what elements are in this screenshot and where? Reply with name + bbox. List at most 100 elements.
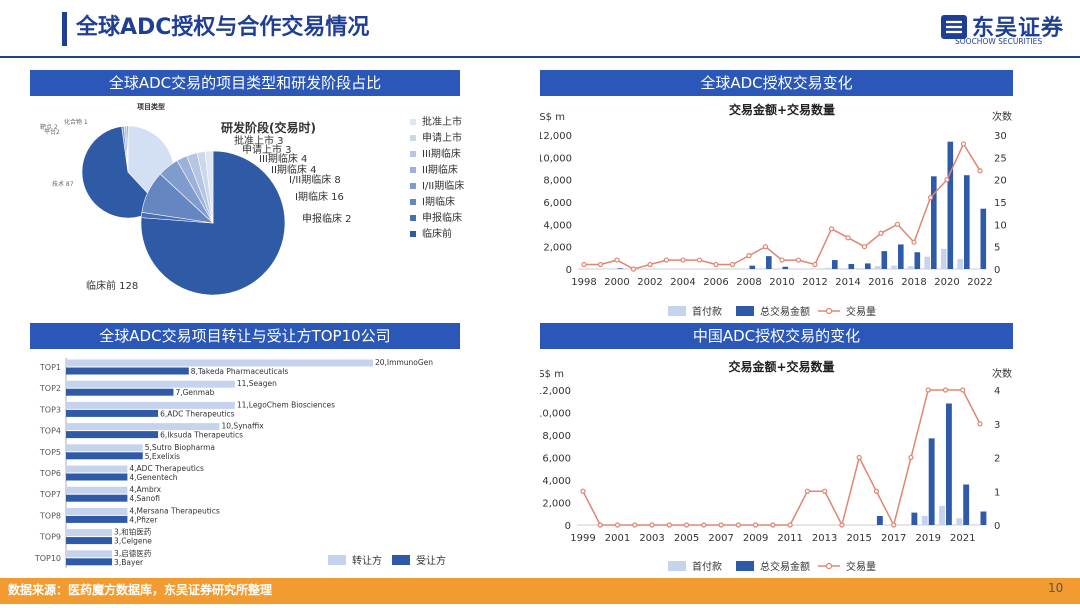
global-count-point-2019 [927,194,934,201]
stage-legend-label-6: 申报临床 [422,211,462,224]
china-count-point-2016 [873,488,880,494]
global-count-point-2001 [630,266,637,272]
china-x-tick-1: 2001 [605,533,630,544]
stage-pie-label-1: 申报临床 2 [302,212,352,225]
stage-legend-swatch-3 [410,167,416,173]
top10-legend-label-transferor: 转让方 [352,554,382,567]
china-count-point-2012 [804,488,810,494]
china-count-point-2001 [614,522,621,528]
top10-group-label-9: TOP10 [34,554,61,563]
china-count-point-2021 [960,387,966,393]
china-x-tick-3: 2005 [674,533,699,544]
global-left-unit: US$ m [540,112,565,123]
china-x-tick-6: 2011 [777,533,802,544]
top10-transferor-bar-6 [66,486,128,494]
top10-group-label-7: TOP8 [39,511,61,520]
top10-transferor-label-1: 11,Seagen [237,379,277,388]
china-count-point-2004 [666,522,672,528]
china-bar-total-2018 [911,512,918,525]
top10-transferee-label-5: 4,Genentech [129,473,177,482]
global-left-tick-4: 8,000 [543,176,572,187]
global-count-point-1999 [597,261,604,268]
top10-transferee-bar-8 [66,537,113,545]
top10-transferee-bar-0 [66,367,189,375]
global-bar-total-2008 [749,265,756,269]
top10-transferee-label-7: 4,Pfizer [129,515,158,524]
top10-transferee-label-9: 3,Bayer [114,558,144,567]
slide: 全球ADC授权与合作交易情况 东吴证券 SOOCHOW SECURITIES 全… [0,0,1080,608]
type-pie-label-4: 化合物 1 [64,118,88,126]
stage-pie-title: 研发阶段(交易时) [221,120,316,135]
global-legend-swatch-upfront [668,306,686,316]
stage-legend-label-1: 申请上市 [422,131,462,144]
stage-pie-label-0: 临床前 128 [86,279,138,292]
china-count-point-2010 [770,522,776,528]
global-bar-upfront-2016 [874,266,881,269]
global-count-point-2000 [614,257,620,263]
top10-transferor-label-2: 11,LegoChem Biosciences [237,400,335,409]
china-bar-total-2019 [928,438,935,525]
global-count-line [584,142,981,270]
global-bar-upfront-2018 [907,266,914,269]
china-deal-chart: 交易金额+交易数量 US$ m 次数 0 2,000 4,000 6,000 8,000 10,… [540,359,1012,573]
global-right-tick-2: 10 [994,220,1007,231]
china-count-line [582,389,981,528]
top10-legend-label-transferee: 受让方 [416,554,446,567]
global-bar-upfront-2017 [891,265,897,269]
china-count-point-2006 [701,522,707,528]
china-right-tick-0: 0 [994,521,1000,532]
global-x-tick-12: 2022 [967,277,992,288]
top10-legend-swatch-transferee [392,555,410,565]
global-right-unit: 次数 [992,110,1012,123]
china-count-point-2005 [683,522,690,528]
global-left-tick-0: 0 [566,265,572,276]
global-legend-label-line: 交易量 [846,305,876,318]
top10-group-label-0: TOP1 [39,363,61,372]
stage-legend-swatch-1 [410,135,416,141]
brand-name-en: SOOCHOW SECURITIES [955,37,1043,46]
top10-transferee-bar-2 [66,409,159,417]
top10-group-label-1: TOP2 [39,384,61,393]
global-count-point-2009 [762,244,769,250]
top10-transferor-label-9: 3,启德医药 [114,548,152,558]
global-left-tick-3: 6,000 [543,198,572,209]
panel-title-global-deals: 全球ADC授权交易变化 [540,70,1013,96]
global-count-point-2013 [828,226,835,232]
top10-group-label-4: TOP5 [39,448,61,457]
top10-transferor-bar-4 [66,444,143,452]
top10-transferee-label-4: 5,Exelixis [145,452,180,461]
top10-transferor-label-7: 4,Mersana Therapeutics [129,506,219,515]
top10-transferor-label-8: 3,和铂医药 [114,527,152,537]
global-count-point-2012 [812,261,818,268]
china-title: 交易金额+交易数量 [728,359,834,374]
global-bar-total-2016 [881,251,888,269]
top10-transferee-bar-4 [66,452,143,460]
global-bar-upfront-2014 [841,268,848,269]
global-left-tick-1: 2,000 [543,243,572,254]
china-bar-total-2016 [876,516,883,525]
global-right-tick-4: 20 [994,176,1007,187]
top10-transferor-bar-7 [66,507,128,515]
global-count-point-2004 [680,257,686,263]
type-pie-label-3: 靶点 2 [40,123,58,131]
china-right-tick-2: 2 [994,454,1000,465]
global-x-tick-2: 2002 [637,277,662,288]
global-bar-total-2017 [898,244,904,269]
global-bar-total-2019 [931,176,937,269]
china-count-point-2009 [753,522,759,528]
china-count-point-2022 [977,421,983,427]
china-count-point-2011 [787,522,793,528]
top10-transferor-label-5: 4,ADC Therapeutics [129,464,204,473]
global-x-tick-9: 2016 [868,277,893,288]
china-left-unit: US$ m [540,369,564,380]
global-count-point-2021 [960,141,967,147]
page-number: 10 [1048,581,1064,595]
global-legend-label-total: 总交易金额 [760,305,810,318]
china-bar-upfront-2021 [956,518,963,525]
stage-legend-label-3: II期临床 [422,163,458,176]
top10-transferor-bar-8 [66,529,113,537]
global-bar-total-2000 [617,268,624,269]
stage-legend-label-4: I/II期临床 [422,179,464,192]
top10-bar-chart: TOP1 20,ImmunoGen 8,Takeda Pharmaceuticals… [34,358,446,568]
global-count-point-2007 [729,261,736,268]
